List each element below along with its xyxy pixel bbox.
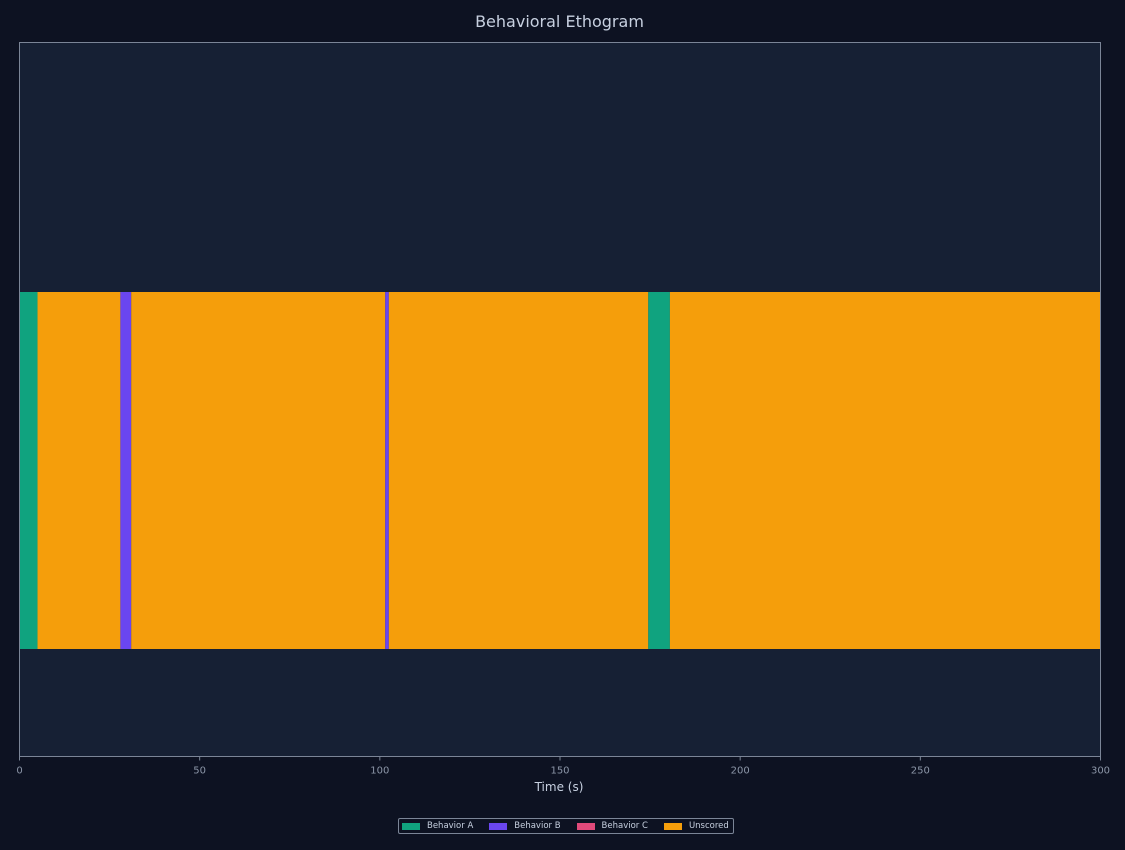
- legend-item-behavior-a: Behavior A: [402, 821, 473, 831]
- segments-layer: [19, 292, 1101, 649]
- segment-behavior-a-6: [648, 292, 670, 649]
- legend-item-behavior-b: Behavior B: [489, 821, 561, 831]
- legend-label-unscored: Unscored: [688, 821, 729, 831]
- legend-swatch-behavior-b: [489, 822, 508, 830]
- x-axis-label: Time (s): [534, 780, 584, 794]
- legend-swatch-behavior-a: [402, 822, 420, 830]
- x-tick-label: 300: [1091, 766, 1110, 777]
- legend-item-behavior-c: Behavior C: [576, 821, 648, 831]
- legend-swatch-behavior-c: [576, 822, 595, 830]
- x-tick-label: 50: [193, 766, 206, 777]
- legend-label-behavior-b: Behavior B: [514, 821, 561, 831]
- segment-unscored-1: [37, 292, 121, 649]
- legend-label-behavior-a: Behavior A: [427, 821, 474, 831]
- x-axis-ticks: 0 50 100 150 200 250 300: [16, 756, 1110, 777]
- segment-behavior-a-0: [19, 292, 38, 649]
- x-tick-label: 100: [370, 766, 389, 777]
- legend-label-behavior-c: Behavior C: [601, 821, 648, 831]
- x-tick-label: 150: [550, 766, 569, 777]
- segment-unscored-3: [131, 292, 386, 649]
- x-tick-label: 200: [731, 766, 750, 777]
- ethogram-chart: 0 50 100 150 200 250 300 Time (s): [16, 42, 1110, 794]
- legend-item-unscored: Unscored: [663, 821, 729, 831]
- x-tick-label: 250: [911, 766, 930, 777]
- legend: Behavior A Behavior B Behavior C Unscore…: [398, 818, 734, 834]
- segment-behavior-b-2: [120, 292, 132, 649]
- segment-unscored-7: [669, 292, 1101, 649]
- x-tick-label: 0: [16, 766, 22, 777]
- segment-unscored-5: [388, 292, 649, 649]
- legend-swatch-unscored: [663, 822, 682, 830]
- segment-behavior-b-4: [385, 292, 389, 649]
